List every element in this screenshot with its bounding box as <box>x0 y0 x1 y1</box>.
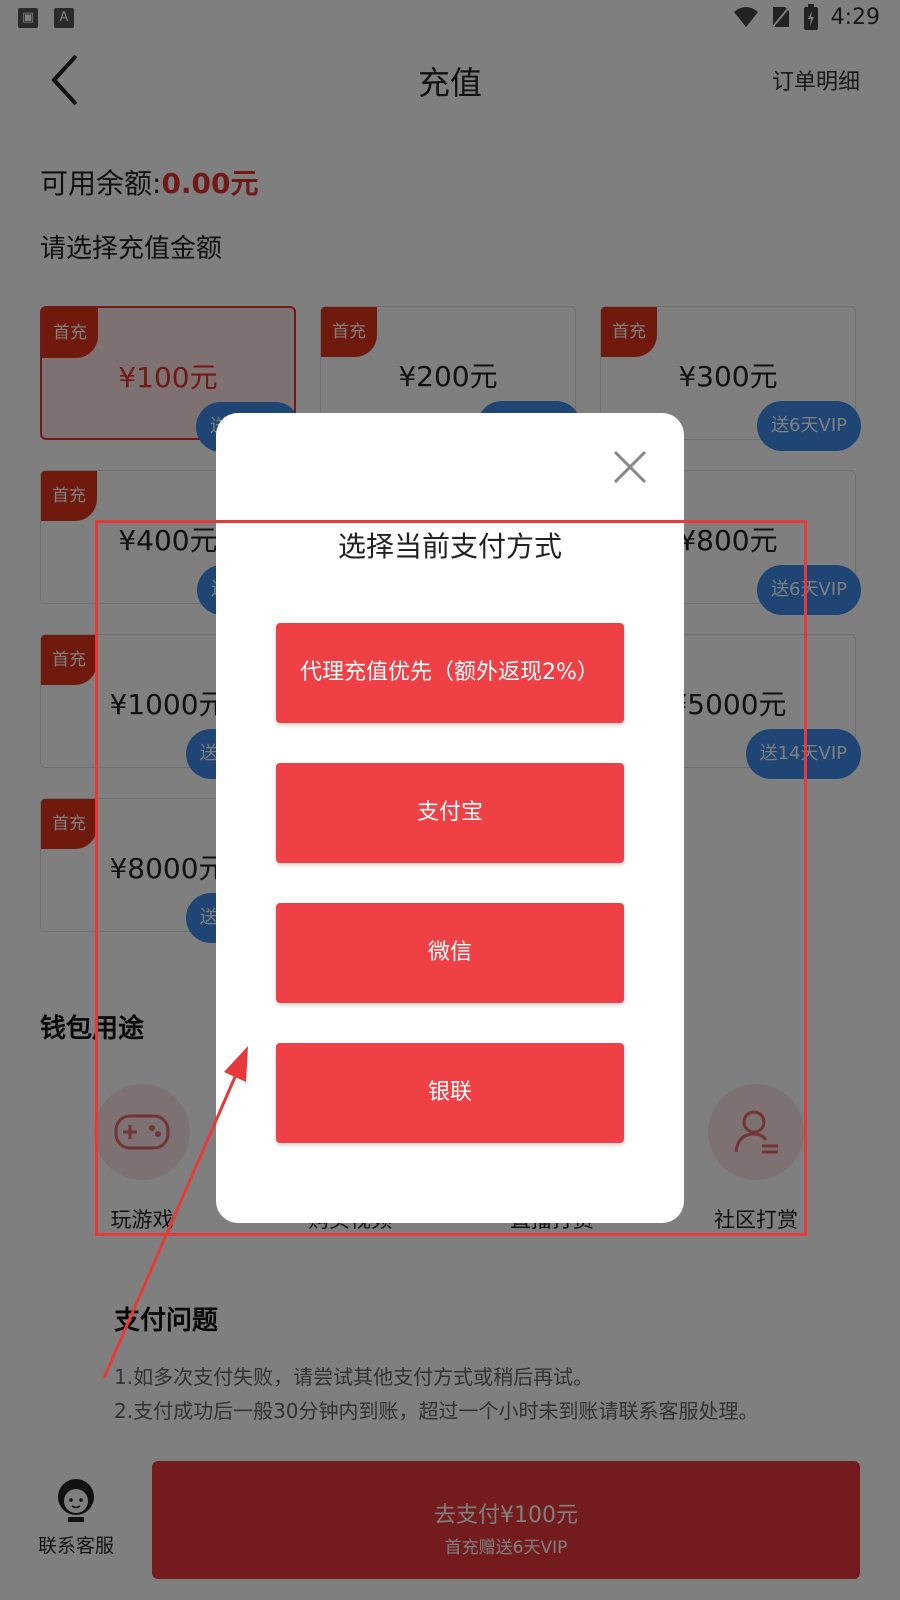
close-icon <box>613 450 647 484</box>
highlight-box <box>95 520 807 1236</box>
close-button[interactable] <box>612 449 648 485</box>
